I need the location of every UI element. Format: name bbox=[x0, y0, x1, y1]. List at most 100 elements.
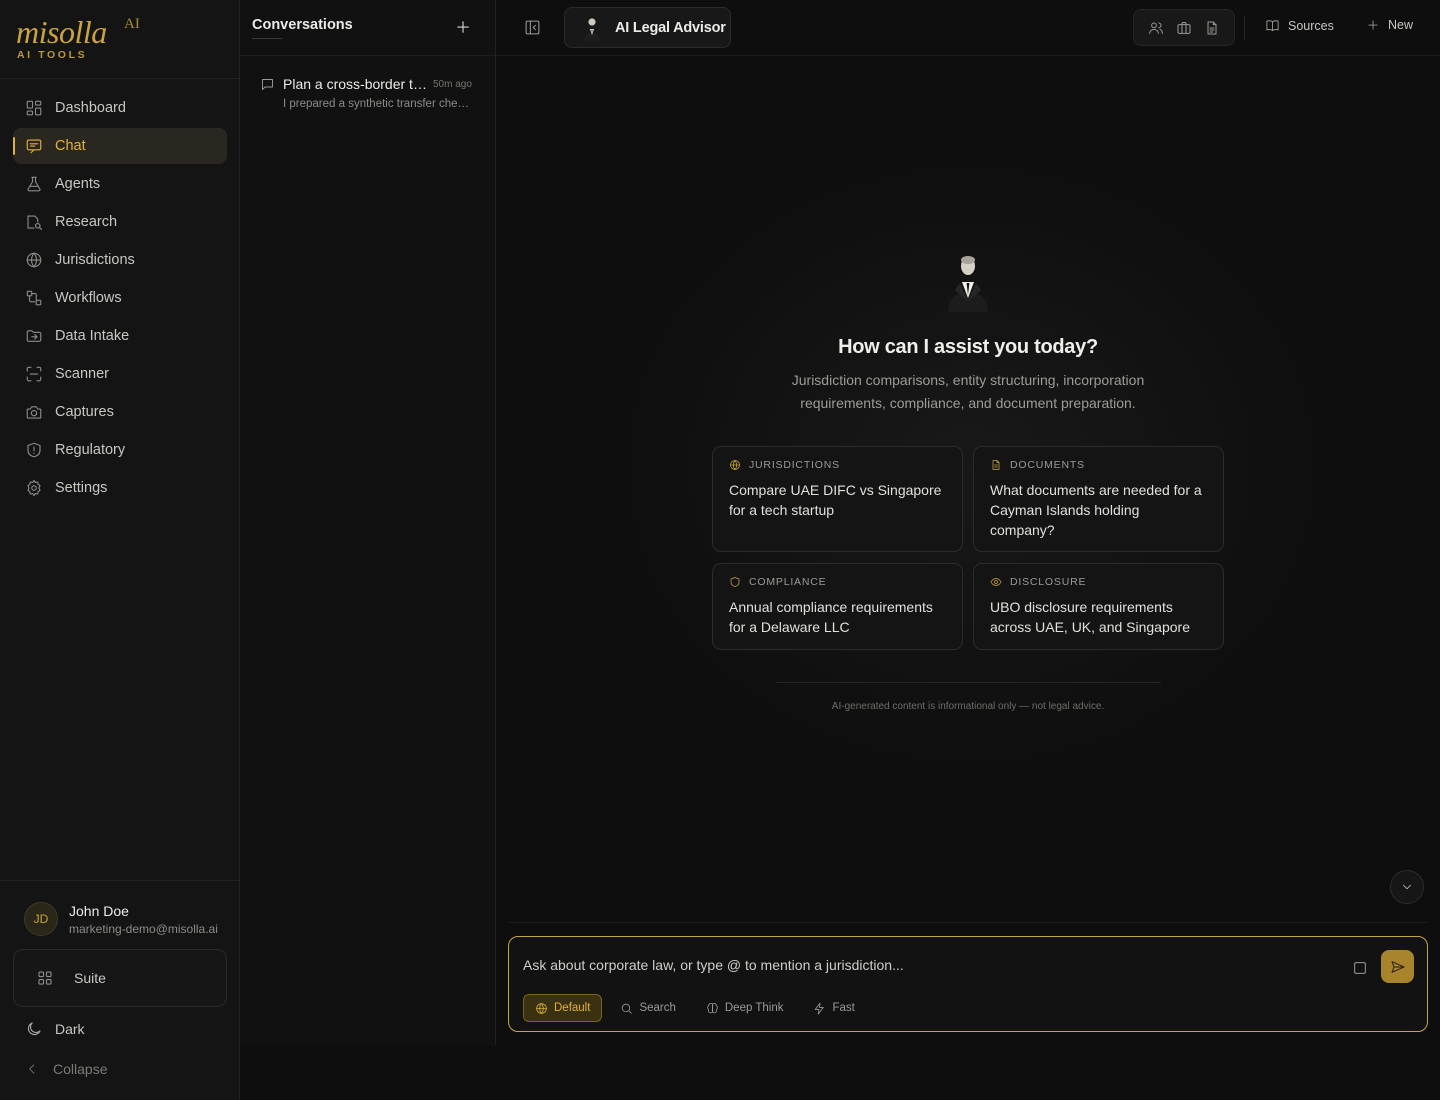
mode-fast[interactable]: Fast bbox=[801, 994, 866, 1022]
divider bbox=[0, 78, 239, 79]
document-icon bbox=[992, 460, 1000, 470]
divider bbox=[508, 922, 1428, 923]
divider bbox=[776, 682, 1161, 683]
card-category: COMPLIANCE bbox=[749, 576, 827, 588]
plus-icon bbox=[1368, 20, 1378, 30]
workflow-icon bbox=[26, 290, 42, 306]
sidebar-item-label: Research bbox=[55, 214, 118, 230]
user-name: John Doe bbox=[69, 903, 129, 919]
sidebar-item-captures[interactable]: Captures bbox=[13, 394, 227, 430]
suggestion-card-compliance[interactable]: COMPLIANCE Annual compliance requirement… bbox=[712, 563, 963, 650]
conversation-time: 50m ago bbox=[433, 79, 472, 90]
conversation-title: Plan a cross-border transfer bbox=[283, 76, 428, 92]
document-icon[interactable] bbox=[1204, 20, 1220, 36]
globe-icon bbox=[26, 252, 42, 268]
card-header: DOCUMENTS bbox=[990, 459, 1207, 471]
sidebar-item-label: Dashboard bbox=[55, 100, 126, 116]
suggestion-card-jurisdictions[interactable]: JURISDICTIONS Compare UAE DIFC vs Singap… bbox=[712, 446, 963, 552]
sidebar-item-agents[interactable]: Agents bbox=[13, 166, 227, 202]
sidebar-item-label: Data Intake bbox=[55, 328, 130, 344]
flask-icon bbox=[27, 176, 41, 192]
sidebar-item-research[interactable]: Research bbox=[13, 204, 227, 240]
send-button[interactable] bbox=[1381, 950, 1414, 983]
chevron-left-icon bbox=[29, 1064, 35, 1074]
research-icon bbox=[27, 215, 43, 231]
brand-logo[interactable]: misolla AI AI TOOLS bbox=[16, 14, 224, 74]
scroll-down-button[interactable] bbox=[1390, 870, 1424, 904]
sources-button[interactable]: Sources bbox=[1265, 18, 1334, 33]
mode-label: Fast bbox=[832, 1002, 855, 1014]
chat-main: AI Legal Advisor Sources New How can I a… bbox=[496, 0, 1440, 1100]
eye-icon bbox=[990, 578, 1002, 586]
chat-input[interactable] bbox=[523, 957, 1323, 973]
agent-avatar bbox=[584, 17, 600, 41]
brand-tagline: AI TOOLS bbox=[17, 49, 88, 61]
collapse-label: Collapse bbox=[53, 1061, 108, 1077]
agent-selector[interactable]: AI Legal Advisor bbox=[564, 7, 731, 48]
mode-label: Deep Think bbox=[724, 1002, 784, 1014]
brand-name: misolla bbox=[16, 14, 107, 50]
briefcase-icon[interactable] bbox=[1176, 20, 1192, 36]
users-icon[interactable] bbox=[1148, 20, 1164, 36]
panel-toggle-icon[interactable] bbox=[524, 19, 541, 36]
card-text: Compare UAE DIFC vs Singapore for a tech… bbox=[729, 482, 942, 518]
collapse-button[interactable]: Collapse bbox=[25, 1058, 107, 1080]
sidebar-item-label: Agents bbox=[55, 176, 101, 192]
new-chat-button[interactable]: New bbox=[1366, 18, 1413, 32]
sidebar-item-settings[interactable]: Settings bbox=[13, 470, 227, 506]
conversation-snippet: I prepared a synthetic transfer checklis… bbox=[283, 98, 473, 110]
sidebar-item-workflows[interactable]: Workflows bbox=[13, 280, 227, 316]
suggestion-card-documents[interactable]: DOCUMENTS What documents are needed for … bbox=[973, 446, 1224, 552]
chat-icon bbox=[26, 139, 42, 154]
sidebar-item-dashboard[interactable]: Dashboard bbox=[13, 90, 227, 126]
card-category: DOCUMENTS bbox=[1010, 459, 1085, 471]
mode-deep-think[interactable]: Deep Think bbox=[694, 994, 796, 1022]
divider bbox=[240, 55, 495, 56]
card-header: DISCLOSURE bbox=[990, 576, 1207, 588]
message-icon bbox=[262, 79, 273, 90]
suite-button[interactable]: Suite bbox=[13, 949, 227, 1007]
gear-icon bbox=[27, 479, 41, 497]
plus-icon[interactable] bbox=[454, 18, 472, 36]
mode-label: Search bbox=[639, 1002, 676, 1014]
sidebar-item-chat[interactable]: Chat bbox=[13, 128, 227, 164]
agent-portrait bbox=[948, 256, 988, 312]
divider bbox=[252, 38, 282, 39]
chat-composer: Default Search Deep Think Fast bbox=[508, 936, 1428, 1032]
suggestion-card-disclosure[interactable]: DISCLOSURE UBO disclosure requirements a… bbox=[973, 563, 1224, 650]
sidebar-item-label: Regulatory bbox=[55, 442, 126, 458]
send-icon bbox=[1391, 960, 1404, 973]
sidebar-nav: Dashboard Chat Agents Research Jurisdict… bbox=[13, 90, 227, 508]
mode-default[interactable]: Default bbox=[523, 994, 603, 1022]
camera-icon bbox=[26, 406, 42, 419]
conversation-item[interactable]: Plan a cross-border transfer 50m ago I p… bbox=[252, 70, 488, 118]
suite-label: Suite bbox=[74, 970, 106, 986]
search-icon bbox=[622, 1003, 633, 1014]
divider bbox=[0, 880, 239, 881]
sidebar-item-regulatory[interactable]: Regulatory bbox=[13, 432, 227, 468]
theme-toggle[interactable]: Dark bbox=[25, 1018, 85, 1040]
square-icon[interactable] bbox=[1352, 960, 1368, 976]
sidebar-item-data-intake[interactable]: Data Intake bbox=[13, 318, 227, 354]
chat-header: AI Legal Advisor Sources New bbox=[496, 0, 1440, 56]
user-profile[interactable]: JD John Doe marketing-demo@misolla.ai bbox=[24, 900, 224, 940]
chevron-down-icon bbox=[1403, 884, 1411, 890]
globe-icon bbox=[536, 1002, 547, 1014]
disclaimer: AI-generated content is informational on… bbox=[831, 701, 1105, 712]
conversations-panel: Conversations Plan a cross-border transf… bbox=[240, 0, 496, 1045]
sidebar-item-scanner[interactable]: Scanner bbox=[13, 356, 227, 392]
mode-label: Default bbox=[554, 1002, 591, 1014]
globe-icon bbox=[730, 460, 740, 470]
card-text: What documents are needed for a Cayman I… bbox=[990, 482, 1202, 538]
card-text: Annual compliance requirements for a Del… bbox=[729, 599, 933, 635]
sidebar-item-jurisdictions[interactable]: Jurisdictions bbox=[13, 242, 227, 278]
mode-selector: Default Search Deep Think Fast bbox=[523, 994, 873, 1022]
bolt-icon bbox=[815, 1002, 825, 1014]
mode-search[interactable]: Search bbox=[608, 994, 687, 1022]
brain-icon bbox=[707, 1002, 718, 1013]
sources-label: Sources bbox=[1288, 18, 1334, 33]
card-category: JURISDICTIONS bbox=[749, 459, 840, 471]
card-header: JURISDICTIONS bbox=[729, 459, 946, 471]
shield-icon bbox=[730, 577, 740, 587]
welcome-subtitle: Jurisdiction comparisons, entity structu… bbox=[791, 372, 1145, 411]
